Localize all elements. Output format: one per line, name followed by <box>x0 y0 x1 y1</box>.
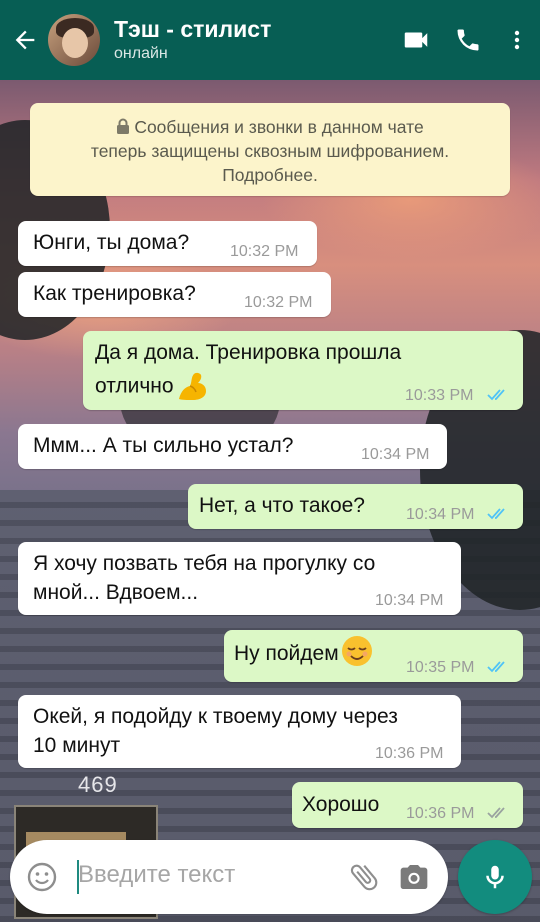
message-text: Юнги, ты дома? <box>33 231 190 254</box>
more-options-button[interactable] <box>494 0 540 80</box>
video-call-button[interactable] <box>390 0 442 80</box>
message-bubble-outgoing[interactable]: Хорошо 10:36 PM <box>292 782 523 828</box>
emoji-icon[interactable] <box>26 861 58 893</box>
message-text: Да я дома. Тренировка прошла <box>95 341 402 364</box>
flexed-biceps-icon <box>178 372 206 400</box>
voice-record-button[interactable] <box>458 840 532 914</box>
mic-icon <box>486 865 504 889</box>
message-input[interactable]: Введите текст <box>78 861 235 889</box>
message-bubble-incoming[interactable]: Как тренировка? 10:32 PM <box>18 272 331 317</box>
message-text: Нет, а что такое? <box>199 494 365 517</box>
read-receipt-icon <box>487 508 505 520</box>
message-time: 10:34 PM <box>375 592 444 609</box>
message-text: Я хочу позвать тебя на прогулку со <box>33 552 376 575</box>
message-bubble-outgoing[interactable]: Нет, а что такое? 10:34 PM <box>188 484 523 529</box>
message-text: Как тренировка? <box>33 282 196 305</box>
camera-icon[interactable] <box>397 861 431 893</box>
message-bubble-incoming[interactable]: Я хочу позвать тебя на прогулку со мной.… <box>18 542 461 615</box>
back-button[interactable] <box>6 0 44 80</box>
message-time: 10:32 PM <box>230 243 299 260</box>
contact-avatar[interactable] <box>48 14 100 66</box>
message-text: Ну пойдем <box>234 636 374 668</box>
learn-more-link[interactable]: Подробнее. <box>40 163 500 187</box>
relieved-face-icon <box>341 636 372 667</box>
read-receipt-icon <box>487 661 505 673</box>
voice-call-button[interactable] <box>442 0 494 80</box>
attach-icon[interactable] <box>347 860 381 894</box>
phone-icon <box>457 29 479 51</box>
message-bubble-outgoing[interactable]: Да я дома. Тренировка прошла отлично 10:… <box>83 331 523 410</box>
encryption-notice-line: Сообщения и звонки в данном чате <box>40 115 500 139</box>
message-bubble-outgoing[interactable]: Ну пойдем 10:35 PM <box>224 630 523 682</box>
message-text: Окей, я подойду к твоему дому через <box>33 705 398 728</box>
contact-name: Тэш - стилист <box>114 16 272 42</box>
message-time: 10:34 PM <box>406 506 475 523</box>
message-text: Ммм... А ты сильно устал? <box>33 434 294 457</box>
message-text: мной... Вдвоем... <box>33 581 199 604</box>
wallpaper-sign-number: 469 <box>78 772 118 797</box>
message-time: 10:35 PM <box>406 659 475 676</box>
video-call-icon <box>404 32 428 48</box>
message-bubble-incoming[interactable]: Окей, я подойду к твоему дому через 10 м… <box>18 695 461 768</box>
back-arrow-icon <box>15 30 35 50</box>
message-time: 10:33 PM <box>405 387 474 404</box>
lock-icon <box>117 118 130 134</box>
encryption-notice-line: теперь защищены сквозным шифрованием. <box>90 141 450 161</box>
chat-header: Тэш - стилист онлайн <box>0 0 540 80</box>
message-time: 10:32 PM <box>244 294 313 311</box>
encryption-notice[interactable]: Сообщения и звонки в данном чате теперь … <box>30 103 510 196</box>
message-composer[interactable]: Введите текст <box>10 840 448 914</box>
message-text: 10 минут <box>33 734 121 757</box>
message-text: отлично <box>95 371 209 403</box>
delivered-receipt-icon <box>487 807 505 819</box>
message-time: 10:36 PM <box>406 805 475 822</box>
contact-status: онлайн <box>114 45 168 62</box>
contact-info[interactable]: Тэш - стилист онлайн <box>114 15 390 65</box>
message-bubble-incoming[interactable]: Ммм... А ты сильно устал? 10:34 PM <box>18 424 447 469</box>
message-time: 10:34 PM <box>361 446 430 463</box>
read-receipt-icon <box>487 389 505 401</box>
message-bubble-incoming[interactable]: Юнги, ты дома? 10:32 PM <box>18 221 317 266</box>
message-text: Хорошо <box>302 793 380 816</box>
more-vert-icon <box>514 30 520 50</box>
message-time: 10:36 PM <box>375 745 444 762</box>
